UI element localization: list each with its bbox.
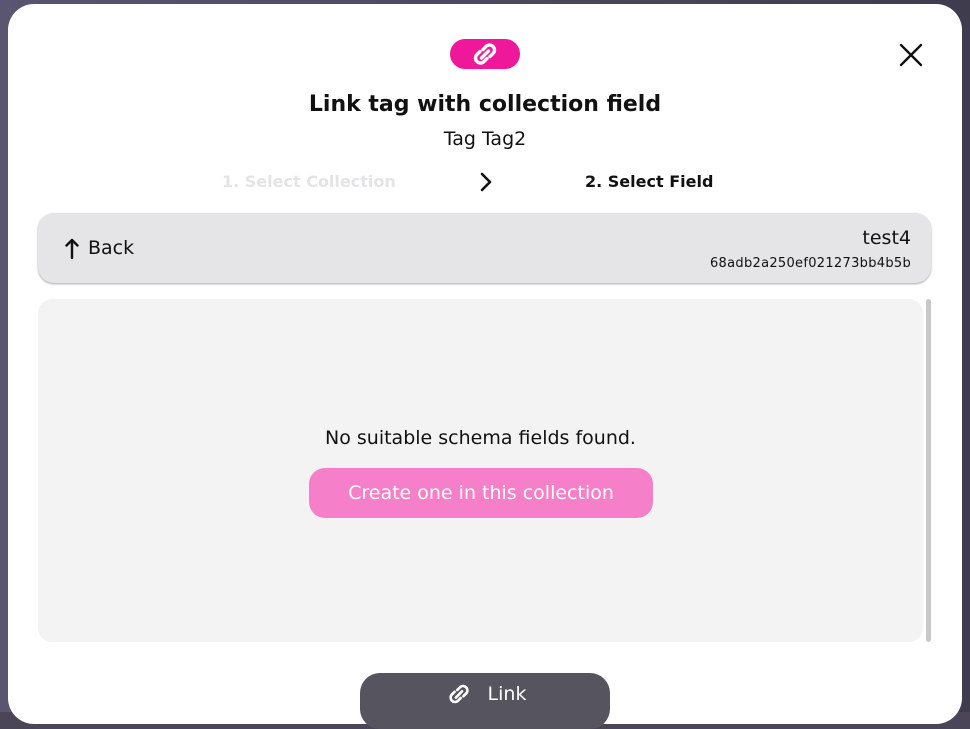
collection-id: 68adb2a250ef021273bb4b5b xyxy=(709,256,911,271)
create-field-button[interactable]: Create one in this collection xyxy=(309,468,653,518)
step-select-collection[interactable]: 1. Select Collection xyxy=(222,172,396,191)
collection-name: test4 xyxy=(862,227,911,249)
link-button[interactable]: Link xyxy=(360,673,610,729)
arrow-up-back-icon xyxy=(65,238,79,260)
link-label: Link xyxy=(487,683,527,705)
step-select-field: 2. Select Field xyxy=(585,172,714,191)
field-list-area: No suitable schema fields found. Create … xyxy=(38,299,923,642)
link-tag-dialog: Link tag with collection field Tag Tag2 … xyxy=(8,4,962,729)
link-icon xyxy=(448,684,469,704)
brand-badge xyxy=(450,39,520,69)
back-button[interactable]: Back xyxy=(64,233,134,263)
back-label: Back xyxy=(88,237,135,259)
close-icon xyxy=(899,43,923,67)
empty-state-message: No suitable schema fields found. xyxy=(325,427,636,449)
link-icon xyxy=(473,43,497,65)
close-button[interactable] xyxy=(894,38,928,72)
dialog-subtitle: Tag Tag2 xyxy=(443,128,527,150)
collection-header: Back test4 68adb2a250ef021273bb4b5b xyxy=(38,213,931,283)
chevron-right-icon xyxy=(480,172,492,192)
dialog-title: Link tag with collection field xyxy=(308,92,662,117)
scrollbar[interactable] xyxy=(926,299,931,642)
